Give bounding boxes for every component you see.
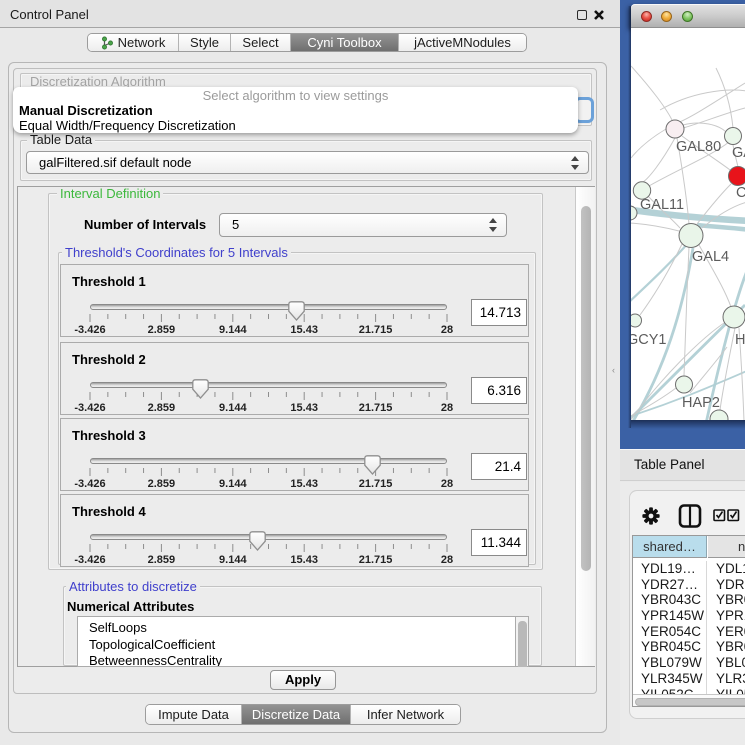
svg-text:GAL80: GAL80	[676, 139, 721, 155]
svg-text:HAP2: HAP2	[682, 395, 720, 411]
svg-text:H: H	[735, 332, 745, 348]
svg-text:GAL11: GAL11	[640, 197, 684, 213]
svg-text:GAL4: GAL4	[692, 249, 729, 265]
svg-text:C: C	[736, 185, 745, 201]
svg-text:GA: GA	[732, 145, 745, 161]
svg-text:GCY1: GCY1	[631, 332, 667, 348]
